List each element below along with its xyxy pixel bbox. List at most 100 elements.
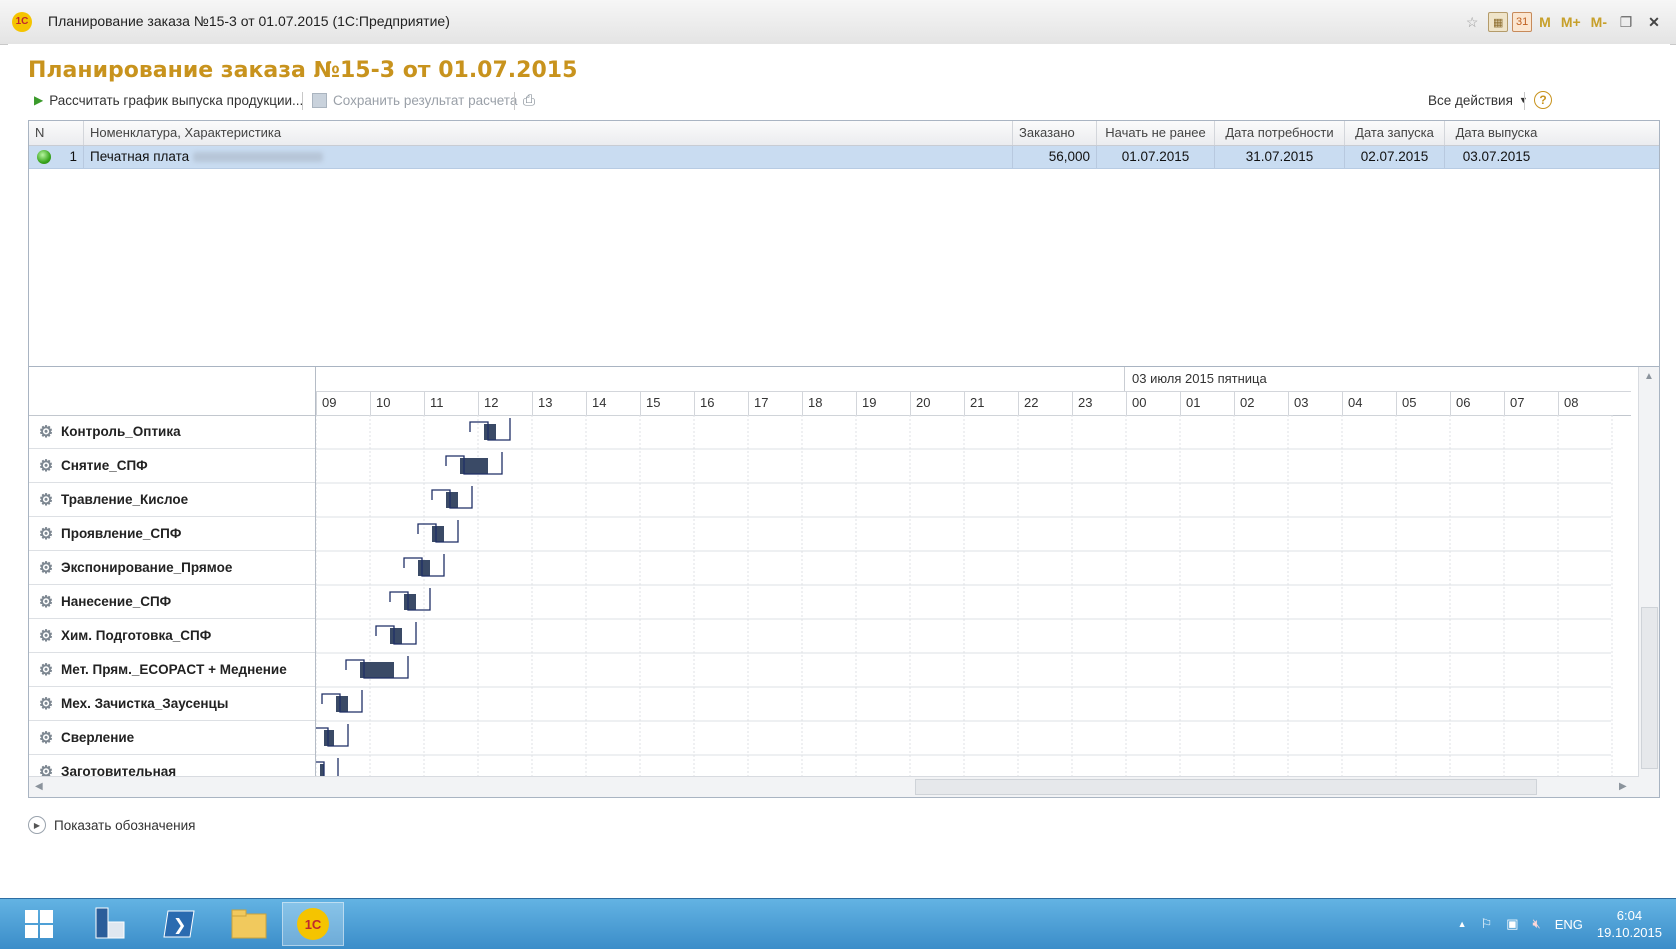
server-manager-button[interactable] bbox=[78, 902, 140, 946]
taskbar-1c-button[interactable]: 1С bbox=[282, 902, 344, 946]
gantt-task-bar[interactable] bbox=[404, 594, 416, 610]
gantt-resource-row[interactable]: ⚙ Контроль_Оптика bbox=[29, 415, 315, 449]
gear-icon: ⚙ bbox=[38, 559, 54, 577]
gantt-vertical-scrollbar[interactable]: ▲ bbox=[1638, 367, 1659, 797]
col-release-header[interactable]: Дата выпуска bbox=[1445, 121, 1548, 145]
save-icon bbox=[312, 92, 327, 108]
gantt-task-bar[interactable] bbox=[360, 662, 394, 678]
clock[interactable]: 6:04 19.10.2015 bbox=[1597, 907, 1662, 941]
gantt-hour-label: 13 bbox=[532, 391, 586, 415]
gantt-hour-label: 06 bbox=[1450, 391, 1504, 415]
gantt-resource-row[interactable]: ⚙ Экспонирование_Прямое bbox=[29, 551, 315, 585]
gantt-chart[interactable]: ⚙ Контроль_Оптика ⚙ Снятие_СПФ ⚙ Травление_Ки… bbox=[28, 366, 1660, 798]
system-tray: ▲ ⚐ ▣ 🔇︎ ENG 6:04 19.10.2015 bbox=[1458, 899, 1662, 949]
gantt-task-bar[interactable] bbox=[324, 730, 334, 746]
gantt-task-bar[interactable] bbox=[432, 526, 444, 542]
gantt-resource-label: Контроль_Оптика bbox=[61, 424, 181, 439]
gantt-resource-row[interactable]: ⚙ Сверление bbox=[29, 721, 315, 755]
network-icon[interactable]: ▣ bbox=[1506, 916, 1518, 932]
gantt-hour-label: 01 bbox=[1180, 391, 1234, 415]
gantt-hour-label: 17 bbox=[748, 391, 802, 415]
language-indicator[interactable]: ENG bbox=[1555, 917, 1583, 932]
row-launch-cell: 02.07.2015 bbox=[1345, 146, 1445, 168]
printer-icon: ⎙ bbox=[523, 91, 536, 109]
gantt-hour-label: 11 bbox=[424, 391, 478, 415]
gantt-resource-label: Травление_Кислое bbox=[61, 492, 189, 507]
gear-icon: ⚙ bbox=[38, 525, 54, 543]
gantt-task-bar[interactable] bbox=[484, 424, 496, 440]
show-hidden-icons-icon[interactable]: ▲ bbox=[1458, 919, 1467, 929]
gantt-resource-row[interactable]: ⚙ Травление_Кислое bbox=[29, 483, 315, 517]
memory-mplus-button[interactable]: M+ bbox=[1558, 11, 1584, 33]
gantt-bars bbox=[316, 415, 1613, 790]
calculate-schedule-button[interactable]: ▶ Рассчитать график выпуска продукции... bbox=[34, 82, 303, 118]
gantt-resource-label: Проявление_СПФ bbox=[61, 526, 182, 541]
volume-muted-icon[interactable]: 🔇︎ bbox=[1533, 916, 1541, 932]
gantt-hour-label: 12 bbox=[478, 391, 532, 415]
gantt-resource-row[interactable]: ⚙ Проявление_СПФ bbox=[29, 517, 315, 551]
col-start-header[interactable]: Начать не ранее bbox=[1097, 121, 1215, 145]
calculator-icon[interactable]: ▦ bbox=[1488, 12, 1509, 32]
gantt-hour-label: 08 bbox=[1558, 391, 1612, 415]
col-ordered-header[interactable]: Заказано bbox=[1013, 121, 1097, 145]
gantt-hour-label: 14 bbox=[586, 391, 640, 415]
favorite-star-icon[interactable]: ☆ bbox=[1460, 11, 1484, 33]
gantt-resource-row[interactable]: ⚙ Мет. Прям._ECOPACT + Меднение bbox=[29, 653, 315, 687]
gantt-task-bar[interactable] bbox=[446, 492, 458, 508]
help-button[interactable]: ? bbox=[1534, 82, 1552, 118]
server-manager-icon bbox=[95, 907, 125, 939]
save-result-button[interactable]: Сохранить результат расчета bbox=[312, 82, 517, 118]
col-need-date-header[interactable]: Дата потребности bbox=[1215, 121, 1345, 145]
restore-window-icon[interactable]: ❐ bbox=[1614, 11, 1638, 33]
table-row[interactable]: 1 Печатная плата 56,000 01.07.2015 31.07… bbox=[29, 146, 1659, 169]
gantt-date-label: 03 июля 2015 пятница bbox=[1132, 371, 1267, 386]
print-button[interactable]: ⎙ bbox=[523, 82, 535, 118]
gantt-resource-label: Нанесение_СПФ bbox=[61, 594, 172, 609]
scroll-left-icon[interactable]: ◀ bbox=[35, 781, 43, 792]
gantt-resource-label: Снятие_СПФ bbox=[61, 458, 148, 473]
gantt-hour-label: 21 bbox=[964, 391, 1018, 415]
orders-table: N Номенклатура, Характеристика Заказано … bbox=[28, 120, 1660, 384]
save-result-label: Сохранить результат расчета bbox=[333, 92, 518, 108]
memory-mminus-button[interactable]: M- bbox=[1588, 11, 1610, 33]
col-item-header[interactable]: Номенклатура, Характеристика bbox=[84, 121, 1013, 145]
row-ordered-cell: 56,000 bbox=[1013, 146, 1097, 168]
memory-m-button[interactable]: M bbox=[1536, 11, 1554, 33]
close-window-icon[interactable]: ✕ bbox=[1642, 11, 1666, 33]
file-explorer-button[interactable] bbox=[218, 902, 280, 946]
powershell-button[interactable]: ❯ bbox=[148, 902, 210, 946]
gantt-resource-row[interactable]: ⚙ Нанесение_СПФ bbox=[29, 585, 315, 619]
gantt-task-bar[interactable] bbox=[336, 696, 348, 712]
all-actions-menu[interactable]: Все действия ▼ bbox=[1428, 82, 1528, 118]
scroll-up-icon[interactable]: ▲ bbox=[1644, 371, 1654, 382]
scroll-right-icon[interactable]: ▶ bbox=[1619, 781, 1627, 792]
flag-icon[interactable]: ⚐ bbox=[1481, 916, 1493, 932]
gantt-resource-label: Мет. Прям._ECOPACT + Меднение bbox=[61, 662, 287, 677]
start-button[interactable] bbox=[8, 902, 70, 946]
gantt-hour-label: 10 bbox=[370, 391, 424, 415]
gantt-task-bar[interactable] bbox=[418, 560, 430, 576]
gantt-date-header: 03 июля 2015 пятница bbox=[316, 367, 1631, 392]
gear-icon: ⚙ bbox=[38, 423, 54, 441]
row-n-cell: 1 bbox=[29, 146, 84, 168]
show-legend-toggle[interactable]: ▶ Показать обозначения bbox=[28, 816, 195, 834]
windows-logo-icon bbox=[25, 910, 53, 938]
col-launch-header[interactable]: Дата запуска bbox=[1345, 121, 1445, 145]
gantt-resource-row[interactable]: ⚙ Мех. Зачистка_Заусенцы bbox=[29, 687, 315, 721]
calculate-schedule-label: Рассчитать график выпуска продукции... bbox=[49, 92, 304, 108]
gantt-resource-row[interactable]: ⚙ Снятие_СПФ bbox=[29, 449, 315, 483]
gantt-resource-row[interactable]: ⚙ Хим. Подготовка_СПФ bbox=[29, 619, 315, 653]
gantt-hour-label: 00 bbox=[1126, 391, 1180, 415]
calendar-icon[interactable]: 31 bbox=[1512, 12, 1533, 32]
gantt-hour-label: 03 bbox=[1288, 391, 1342, 415]
horizontal-scroll-thumb[interactable] bbox=[915, 779, 1537, 795]
windows-taskbar: ❯ 1С ▲ ⚐ ▣ 🔇︎ ENG 6:04 19.10.2015 bbox=[0, 898, 1676, 949]
window-title: Планирование заказа №15-3 от 01.07.2015 … bbox=[48, 13, 450, 29]
gantt-resource-header bbox=[29, 367, 315, 416]
window-titlebar: 1С Планирование заказа №15-3 от 01.07.20… bbox=[0, 0, 1676, 45]
gantt-task-bar[interactable] bbox=[390, 628, 402, 644]
col-n-header[interactable]: N bbox=[29, 121, 84, 145]
vertical-scroll-thumb[interactable] bbox=[1641, 607, 1658, 769]
gear-icon: ⚙ bbox=[38, 661, 54, 679]
gantt-horizontal-scrollbar[interactable]: ◀ ▶ bbox=[29, 776, 1639, 797]
